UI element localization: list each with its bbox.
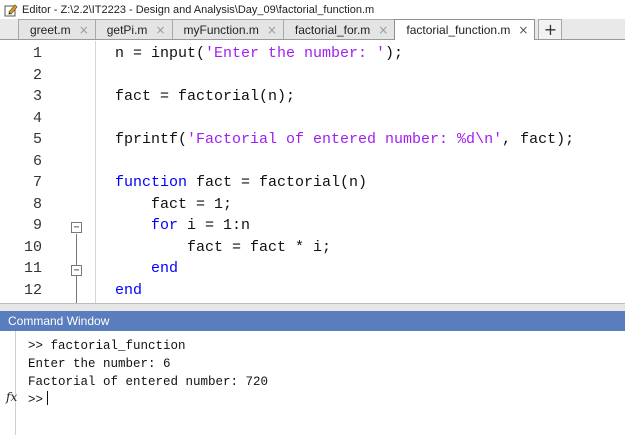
keyword-token: for xyxy=(151,217,179,234)
code-line[interactable]: 5 fprintf('Factorial of entered number: %… xyxy=(0,129,625,151)
window-title: Editor - Z:\2.2\IT2223 - Design and Anal… xyxy=(22,3,375,16)
command-window-header: Command Window xyxy=(0,311,625,331)
tab-factorial-function-m[interactable]: factorial_function.m × xyxy=(394,19,536,40)
line-number: 7 xyxy=(32,174,42,191)
line-number: 8 xyxy=(32,195,42,213)
code-text: fact = fact * i; xyxy=(115,237,331,259)
tab-label: factorial_for.m xyxy=(294,22,371,37)
tab-label: myFunction.m xyxy=(183,22,259,37)
panel-splitter[interactable] xyxy=(0,303,625,311)
code-text: end xyxy=(115,258,178,280)
code-text: function fact = factorial(n) xyxy=(115,172,367,194)
tab-strip-spacer xyxy=(0,18,18,39)
code-line[interactable]: 11 end xyxy=(0,258,625,280)
command-window-margin xyxy=(15,331,16,435)
close-tab-icon[interactable]: × xyxy=(267,24,277,36)
command-output-line: >> factorial_function xyxy=(28,339,186,353)
keyword-token: function xyxy=(115,174,188,191)
code-text: for i = 1:n xyxy=(115,215,250,237)
line-number: 10 xyxy=(23,238,42,256)
line-number: 1 xyxy=(32,45,42,62)
code-text: fact = 1; xyxy=(115,194,232,216)
string-token: 'Enter the number: ' xyxy=(205,45,386,62)
code-token: fprintf( xyxy=(115,131,188,148)
editor-pencil-icon xyxy=(4,3,18,16)
close-tab-icon[interactable]: × xyxy=(79,24,89,36)
keyword-token: end xyxy=(151,260,179,277)
command-window[interactable]: >> factorial_function Enter the number: 6… xyxy=(0,331,625,435)
code-token: ); xyxy=(385,45,404,62)
title-bar: Editor - Z:\2.2\IT2223 - Design and Anal… xyxy=(0,0,625,19)
close-tab-icon[interactable]: × xyxy=(378,24,388,36)
code-token: fact = factorial(n) xyxy=(187,174,368,191)
line-number: 11 xyxy=(23,260,42,277)
line-number: 9 xyxy=(32,217,42,234)
code-line[interactable]: 10 fact = fact * i; xyxy=(0,237,625,259)
line-number: 12 xyxy=(23,281,42,299)
code-text: fprintf('Factorial of entered number: %d… xyxy=(115,129,574,151)
tab-getpi-m[interactable]: getPi.m × xyxy=(94,19,173,39)
tab-greet-m[interactable]: greet.m × xyxy=(18,19,96,39)
new-tab-plus-icon[interactable]: + xyxy=(538,19,563,39)
code-line[interactable]: 12 end xyxy=(0,280,625,302)
prompt-symbol: >> xyxy=(28,393,44,407)
code-line[interactable]: 8 fact = 1; xyxy=(0,194,625,216)
tab-label: greet.m xyxy=(30,22,71,37)
code-editor[interactable]: − − 1n = input('Enter the number: '); 2 3 f… xyxy=(0,41,625,303)
string-token: 'Factorial of entered number: %d\n' xyxy=(187,131,503,148)
code-line[interactable]: 2 xyxy=(0,65,625,87)
code-line[interactable]: 1 n = input('Enter the number: '); xyxy=(0,43,625,65)
code-token: fact = factorial(n); xyxy=(115,88,296,105)
line-number: 6 xyxy=(32,152,42,170)
code-token: n = input( xyxy=(115,45,206,62)
code-line[interactable]: 7 function fact = factorial(n) xyxy=(0,172,625,194)
tab-myfunction-m[interactable]: myFunction.m × xyxy=(171,19,284,39)
keyword-token: end xyxy=(115,281,143,299)
text-cursor xyxy=(47,391,49,405)
tab-label: getPi.m xyxy=(106,22,148,37)
line-number: 5 xyxy=(32,131,42,148)
code-token: fact = fact * i; xyxy=(115,238,332,256)
tab-factorial-for-m[interactable]: factorial_for.m × xyxy=(282,19,396,39)
code-token: fact = 1; xyxy=(115,195,233,213)
code-text: fact = factorial(n); xyxy=(115,86,295,108)
close-tab-icon[interactable]: × xyxy=(155,24,165,36)
close-tab-icon[interactable]: × xyxy=(518,24,528,36)
line-number: 4 xyxy=(32,109,42,127)
tab-label: factorial_function.m xyxy=(406,23,511,37)
code-line[interactable]: 9 for i = 1:n xyxy=(0,215,625,237)
command-output-line: Enter the number: 6 xyxy=(28,357,171,371)
command-prompt[interactable]: >> xyxy=(28,391,49,409)
line-number: 3 xyxy=(32,88,42,105)
code-line[interactable]: 3 fact = factorial(n); xyxy=(0,86,625,108)
code-token: i = 1:n xyxy=(178,217,251,234)
fx-function-browser-icon[interactable]: fx xyxy=(6,390,17,404)
code-line[interactable]: 4 xyxy=(0,108,625,130)
code-token: , fact); xyxy=(502,131,575,148)
code-text: end xyxy=(115,280,142,302)
command-output-line: Factorial of entered number: 720 xyxy=(28,375,269,389)
code-text: n = input('Enter the number: '); xyxy=(115,43,403,65)
line-number: 2 xyxy=(32,66,42,84)
editor-tab-strip: greet.m × getPi.m × myFunction.m × factorial_f… xyxy=(0,19,625,40)
code-line[interactable]: 6 xyxy=(0,151,625,173)
